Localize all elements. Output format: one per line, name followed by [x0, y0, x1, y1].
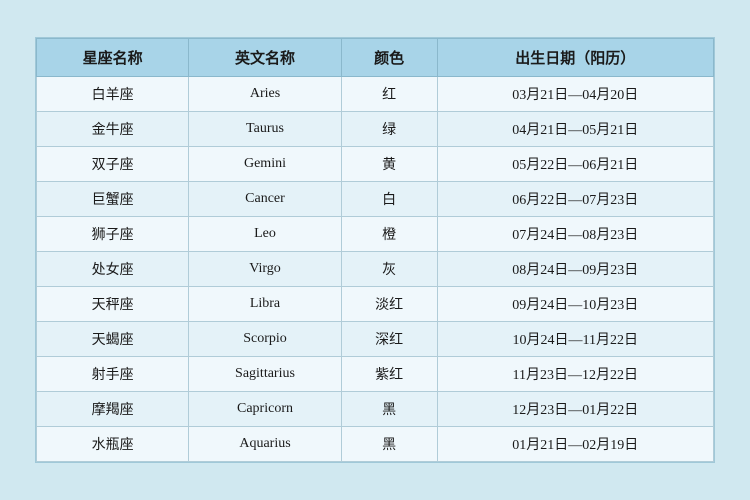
cell-row5-col1: Virgo [189, 252, 341, 287]
cell-row4-col2: 橙 [341, 217, 437, 252]
table-row: 天蝎座Scorpio深红10月24日—11月22日 [37, 322, 714, 357]
cell-row1-col2: 绿 [341, 112, 437, 147]
header-chinese-name: 星座名称 [37, 39, 189, 77]
cell-row9-col3: 12月23日—01月22日 [437, 392, 713, 427]
cell-row5-col3: 08月24日—09月23日 [437, 252, 713, 287]
table-body: 白羊座Aries红03月21日—04月20日金牛座Taurus绿04月21日—0… [37, 77, 714, 462]
table-row: 狮子座Leo橙07月24日—08月23日 [37, 217, 714, 252]
cell-row5-col2: 灰 [341, 252, 437, 287]
cell-row8-col3: 11月23日—12月22日 [437, 357, 713, 392]
cell-row0-col1: Aries [189, 77, 341, 112]
table-row: 天秤座Libra淡红09月24日—10月23日 [37, 287, 714, 322]
cell-row8-col0: 射手座 [37, 357, 189, 392]
header-english-name: 英文名称 [189, 39, 341, 77]
table-row: 双子座Gemini黄05月22日—06月21日 [37, 147, 714, 182]
cell-row7-col2: 深红 [341, 322, 437, 357]
cell-row1-col0: 金牛座 [37, 112, 189, 147]
cell-row10-col0: 水瓶座 [37, 427, 189, 462]
cell-row4-col1: Leo [189, 217, 341, 252]
cell-row6-col0: 天秤座 [37, 287, 189, 322]
table-row: 射手座Sagittarius紫红11月23日—12月22日 [37, 357, 714, 392]
cell-row0-col2: 红 [341, 77, 437, 112]
header-dates: 出生日期（阳历） [437, 39, 713, 77]
table-row: 处女座Virgo灰08月24日—09月23日 [37, 252, 714, 287]
cell-row4-col0: 狮子座 [37, 217, 189, 252]
table-row: 白羊座Aries红03月21日—04月20日 [37, 77, 714, 112]
cell-row8-col1: Sagittarius [189, 357, 341, 392]
table-row: 金牛座Taurus绿04月21日—05月21日 [37, 112, 714, 147]
cell-row7-col3: 10月24日—11月22日 [437, 322, 713, 357]
cell-row2-col2: 黄 [341, 147, 437, 182]
cell-row6-col1: Libra [189, 287, 341, 322]
cell-row2-col1: Gemini [189, 147, 341, 182]
cell-row10-col3: 01月21日—02月19日 [437, 427, 713, 462]
cell-row2-col0: 双子座 [37, 147, 189, 182]
cell-row3-col3: 06月22日—07月23日 [437, 182, 713, 217]
cell-row10-col2: 黑 [341, 427, 437, 462]
cell-row6-col3: 09月24日—10月23日 [437, 287, 713, 322]
cell-row9-col2: 黑 [341, 392, 437, 427]
cell-row3-col2: 白 [341, 182, 437, 217]
zodiac-table: 星座名称 英文名称 颜色 出生日期（阳历） 白羊座Aries红03月21日—04… [36, 38, 714, 462]
cell-row3-col1: Cancer [189, 182, 341, 217]
cell-row2-col3: 05月22日—06月21日 [437, 147, 713, 182]
cell-row10-col1: Aquarius [189, 427, 341, 462]
cell-row1-col1: Taurus [189, 112, 341, 147]
cell-row8-col2: 紫红 [341, 357, 437, 392]
cell-row1-col3: 04月21日—05月21日 [437, 112, 713, 147]
cell-row0-col0: 白羊座 [37, 77, 189, 112]
cell-row9-col0: 摩羯座 [37, 392, 189, 427]
cell-row3-col0: 巨蟹座 [37, 182, 189, 217]
table-row: 水瓶座Aquarius黑01月21日—02月19日 [37, 427, 714, 462]
zodiac-table-container: 星座名称 英文名称 颜色 出生日期（阳历） 白羊座Aries红03月21日—04… [35, 37, 715, 463]
cell-row5-col0: 处女座 [37, 252, 189, 287]
header-color: 颜色 [341, 39, 437, 77]
table-row: 摩羯座Capricorn黑12月23日—01月22日 [37, 392, 714, 427]
cell-row4-col3: 07月24日—08月23日 [437, 217, 713, 252]
cell-row7-col0: 天蝎座 [37, 322, 189, 357]
cell-row7-col1: Scorpio [189, 322, 341, 357]
cell-row9-col1: Capricorn [189, 392, 341, 427]
cell-row6-col2: 淡红 [341, 287, 437, 322]
table-header-row: 星座名称 英文名称 颜色 出生日期（阳历） [37, 39, 714, 77]
table-row: 巨蟹座Cancer白06月22日—07月23日 [37, 182, 714, 217]
cell-row0-col3: 03月21日—04月20日 [437, 77, 713, 112]
